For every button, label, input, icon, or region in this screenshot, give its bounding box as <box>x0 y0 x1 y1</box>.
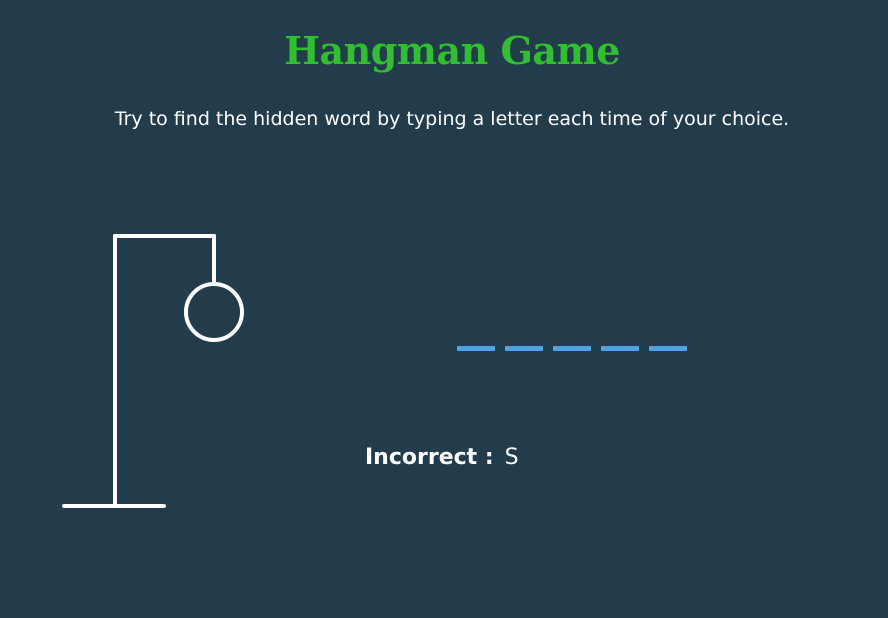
letter-blank <box>457 346 495 351</box>
letter-blank <box>601 346 639 351</box>
letter-blank <box>553 346 591 351</box>
hangman-figure <box>62 234 244 508</box>
letter-blank <box>649 346 687 351</box>
letter-blank <box>505 346 543 351</box>
incorrect-letters: S <box>504 445 519 470</box>
incorrect-label: Incorrect : <box>365 445 494 470</box>
incorrect-letters-panel: Incorrect : S <box>365 445 519 470</box>
hangman-head <box>184 282 244 342</box>
hidden-word <box>457 346 687 351</box>
